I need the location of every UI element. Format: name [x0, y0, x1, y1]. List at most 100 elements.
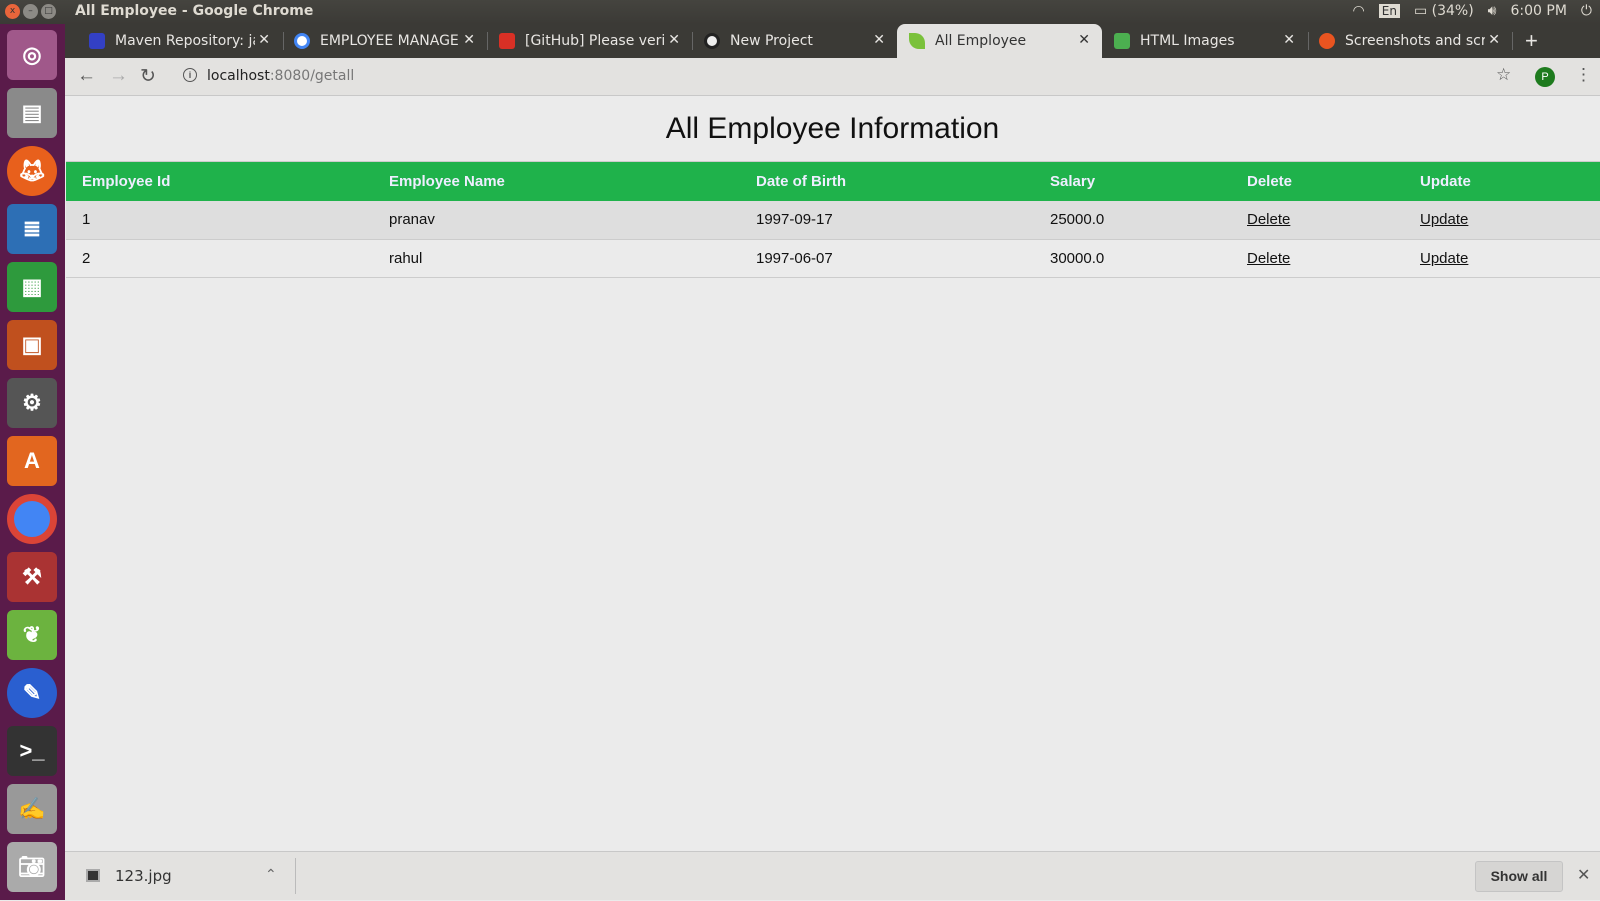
column-header: Employee Name	[373, 161, 740, 201]
screenshot-icon[interactable]: 📷︎	[7, 842, 57, 892]
reload-icon[interactable]: ↻	[140, 65, 156, 88]
wifi-icon[interactable]: ◠	[1353, 3, 1365, 19]
table-row: 2 rahul 1997-06-07 30000.0 Delete Update	[66, 239, 1600, 278]
tab-label: [GitHub] Please verif	[525, 33, 665, 49]
tab-all-employee[interactable]: All Employee ✕	[897, 24, 1102, 58]
delete-link[interactable]: Delete	[1247, 250, 1290, 267]
w3schools-favicon-icon	[1114, 33, 1130, 49]
divider	[295, 858, 296, 894]
column-header: Employee Id	[66, 161, 373, 201]
settings-icon[interactable]: ⚒	[7, 552, 57, 602]
bookmark-star-icon[interactable]: ☆	[1496, 65, 1511, 85]
employee-dob: 1997-09-17	[740, 200, 1034, 240]
url-bar[interactable]: localhost:8080/getall	[207, 68, 354, 84]
employee-id: 1	[66, 200, 373, 240]
employee-salary: 30000.0	[1034, 239, 1231, 278]
clock[interactable]: 6:00 PM	[1511, 3, 1567, 19]
files-icon[interactable]: ▤	[7, 88, 57, 138]
editor-icon[interactable]: ✎	[7, 668, 57, 718]
close-download-bar-icon[interactable]: ✕	[1577, 865, 1590, 885]
employee-name: rahul	[373, 239, 740, 278]
download-filename: 123.jpg	[115, 867, 172, 885]
show-all-button[interactable]: Show all	[1475, 861, 1563, 892]
site-info-icon[interactable]: i	[183, 68, 197, 82]
google-favicon-icon	[294, 33, 310, 49]
update-link[interactable]: Update	[1420, 211, 1468, 228]
employee-table: Employee Id Employee Name Date of Birth …	[66, 161, 1600, 278]
maximize-window-button[interactable]: □	[41, 4, 56, 19]
battery-percent: (34%)	[1431, 3, 1474, 19]
url-path: :8080/getall	[269, 68, 355, 84]
volume-icon[interactable]: 🔊︎	[1488, 3, 1497, 19]
menu-icon[interactable]: ⋮	[1575, 65, 1592, 85]
tab-screenshots[interactable]: Screenshots and scre ✕	[1307, 24, 1512, 58]
gmail-favicon-icon	[499, 33, 515, 49]
download-bar: 123.jpg ⌃ Show all ✕	[65, 851, 1600, 900]
profile-avatar[interactable]: P	[1535, 67, 1555, 87]
window-title-bar: x – □ All Employee - Google Chrome ◠ En …	[0, 0, 1600, 24]
tab-employee-manage[interactable]: EMPLOYEE MANAGE ✕	[282, 24, 487, 58]
column-header: Date of Birth	[740, 161, 1034, 201]
employee-dob: 1997-06-07	[740, 239, 1034, 278]
forward-icon[interactable]: →	[109, 65, 128, 87]
page-content: All Employee Information Employee Id Emp…	[65, 96, 1600, 851]
close-tab-icon[interactable]: ✕	[873, 32, 885, 48]
close-tab-icon[interactable]: ✕	[258, 32, 270, 48]
column-header: Delete	[1231, 161, 1404, 201]
delete-link[interactable]: Delete	[1247, 211, 1290, 228]
tab-github-verify[interactable]: [GitHub] Please verif ✕	[487, 24, 692, 58]
minimize-window-button[interactable]: –	[23, 4, 38, 19]
close-tab-icon[interactable]: ✕	[1078, 32, 1090, 48]
tab-label: EMPLOYEE MANAGE	[320, 33, 459, 49]
tab-label: Maven Repository: ja	[115, 33, 255, 49]
firefox-icon[interactable]: 🦊︎	[7, 146, 57, 196]
language-indicator[interactable]: En	[1378, 4, 1400, 18]
power-icon[interactable]: ⏻	[1581, 3, 1592, 19]
close-tab-icon[interactable]: ✕	[668, 32, 680, 48]
tab-label: Screenshots and scre	[1345, 33, 1485, 49]
software-center-icon[interactable]: A	[7, 436, 57, 486]
url-host: localhost	[207, 68, 270, 84]
text-editor-icon[interactable]: ✍	[7, 784, 57, 834]
column-header: Salary	[1034, 161, 1231, 201]
employee-id: 2	[66, 239, 373, 278]
close-tab-icon[interactable]: ✕	[1283, 32, 1295, 48]
toolbar: ← → ↻ i localhost:8080/getall ☆ P ⋮	[65, 58, 1600, 96]
employee-salary: 25000.0	[1034, 200, 1231, 240]
column-header: Update	[1404, 161, 1600, 201]
window-title: All Employee - Google Chrome	[75, 3, 314, 19]
chrome-icon[interactable]	[7, 494, 57, 544]
tab-bar: Maven Repository: ja ✕ EMPLOYEE MANAGE ✕ […	[65, 24, 1600, 58]
tab-html-images[interactable]: HTML Images ✕	[1102, 24, 1307, 58]
chevron-up-icon[interactable]: ⌃	[265, 866, 277, 883]
spring-icon[interactable]: ❦	[7, 610, 57, 660]
calc-icon[interactable]: ▦	[7, 262, 57, 312]
tab-maven[interactable]: Maven Repository: ja ✕	[77, 24, 282, 58]
close-tab-icon[interactable]: ✕	[1488, 32, 1500, 48]
close-window-button[interactable]: x	[5, 4, 20, 19]
github-favicon-icon	[704, 33, 720, 49]
tab-new-project[interactable]: New Project ✕	[692, 24, 897, 58]
download-item[interactable]: 123.jpg ⌃	[83, 852, 278, 901]
table-header-row: Employee Id Employee Name Date of Birth …	[66, 161, 1600, 201]
spring-leaf-favicon-icon	[909, 33, 925, 49]
battery-indicator[interactable]: ▭ (34%)	[1414, 3, 1474, 19]
ubuntu-favicon-icon	[1319, 33, 1335, 49]
back-icon[interactable]: ←	[77, 65, 96, 87]
update-link[interactable]: Update	[1420, 250, 1468, 267]
image-file-icon	[86, 869, 100, 882]
terminal-icon[interactable]: >_	[7, 726, 57, 776]
eclipse-icon[interactable]: ⚙	[7, 378, 57, 428]
tab-label: New Project	[730, 33, 813, 49]
ubuntu-dash-icon[interactable]: ◎	[7, 30, 57, 80]
writer-icon[interactable]: ≣	[7, 204, 57, 254]
tab-label: All Employee	[935, 33, 1027, 49]
tab-label: HTML Images	[1140, 33, 1235, 49]
launcher-sidebar: ◎ ▤ 🦊︎ ≣ ▦ ▣ ⚙ A ⚒ ❦ ✎ >_ ✍ 📷︎	[0, 24, 65, 900]
employee-name: pranav	[373, 200, 740, 240]
new-tab-button[interactable]: +	[1525, 28, 1538, 54]
table-row: 1 pranav 1997-09-17 25000.0 Delete Updat…	[66, 200, 1600, 240]
impress-icon[interactable]: ▣	[7, 320, 57, 370]
page-title: All Employee Information	[665, 112, 1000, 145]
close-tab-icon[interactable]: ✕	[463, 32, 475, 48]
